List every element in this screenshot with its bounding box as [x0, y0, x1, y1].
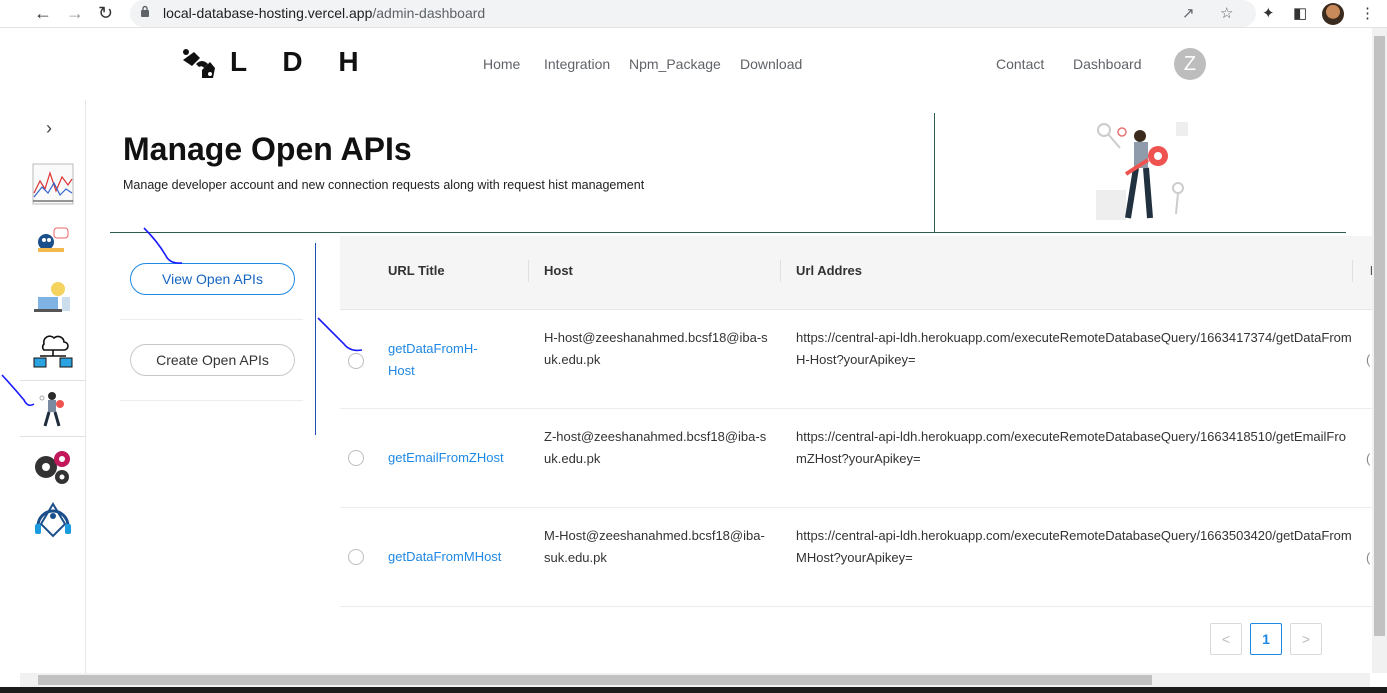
back-arrow-icon[interactable]: ← — [34, 3, 52, 24]
table-row[interactable]: getDataFromMHost M-Host@zeeshanahmed.bcs… — [340, 508, 1387, 607]
extensions-puzzle-icon[interactable]: ✦ — [1262, 4, 1275, 22]
forward-arrow-icon[interactable]: → — [66, 3, 84, 24]
nav-home[interactable]: Home — [483, 56, 520, 72]
cloud-network-icon[interactable] — [32, 330, 74, 372]
developer-laptop-icon[interactable] — [32, 275, 74, 317]
logo-text: L D H — [230, 46, 373, 77]
row-host: M-Host@zeeshanahmed.bcsf18@iba-suk.edu.p… — [544, 528, 765, 565]
horizontal-scroll-thumb[interactable] — [38, 675, 1152, 685]
hero-divider — [934, 113, 935, 233]
api-key-person-icon[interactable] — [32, 388, 74, 430]
vertical-scrollbar[interactable] — [1372, 28, 1387, 673]
url-text: local-database-hosting.vercel.app/admin-… — [163, 5, 485, 21]
logo-mark-icon — [183, 49, 215, 78]
chatbot-icon[interactable] — [32, 218, 74, 260]
row-radio[interactable] — [348, 353, 364, 369]
column-host[interactable]: Host — [544, 263, 573, 278]
row-url-address: https://central-api-ldh.herokuapp.com/ex… — [796, 429, 1346, 466]
share-icon[interactable]: ↗ — [1182, 4, 1195, 22]
nav-integration[interactable]: Integration — [544, 56, 610, 72]
row-radio[interactable] — [348, 450, 364, 466]
kebab-menu-icon[interactable]: ⋮ — [1360, 4, 1375, 22]
sidebar: › — [20, 100, 86, 675]
nav-download[interactable]: Download — [740, 56, 802, 72]
browser-profile-avatar[interactable] — [1322, 3, 1344, 25]
horizontal-scrollbar[interactable] — [20, 673, 1370, 687]
page-gutter — [0, 28, 20, 678]
page-subtitle: Manage developer account and new connect… — [123, 178, 645, 192]
panel-separator — [120, 319, 303, 320]
row-url-address: https://central-api-ldh.herokuapp.com/ex… — [796, 528, 1352, 565]
row-host: Z-host@zeeshanahmed.bcsf18@iba-suk.edu.p… — [544, 429, 767, 466]
row-truncated-cell: ( — [1366, 451, 1371, 466]
nav-contact[interactable]: Contact — [996, 56, 1044, 72]
column-separator — [1352, 260, 1353, 282]
pagination-prev-button[interactable]: < — [1210, 623, 1242, 655]
chevron-right-icon[interactable]: › — [46, 118, 52, 139]
bookmark-star-icon[interactable]: ☆ — [1220, 4, 1233, 22]
nav-npm-package[interactable]: Npm_Package — [629, 56, 721, 72]
nav-dashboard[interactable]: Dashboard — [1073, 56, 1142, 72]
url-path: /admin-dashboard — [372, 5, 486, 21]
create-open-apis-button[interactable]: Create Open APIs — [130, 344, 295, 376]
os-taskbar-strip — [0, 687, 1387, 693]
row-radio[interactable] — [348, 549, 364, 565]
chart-analytics-icon[interactable] — [32, 163, 74, 205]
key-person-illustration — [1096, 122, 1188, 220]
column-url-address[interactable]: Url Addres — [796, 263, 862, 278]
address-bar[interactable]: local-database-hosting.vercel.app/admin-… — [130, 0, 1256, 27]
page-title: Manage Open APIs — [123, 131, 412, 167]
row-truncated-cell: ( — [1366, 550, 1371, 565]
app-logo[interactable]: L D H — [180, 44, 373, 80]
browser-toolbar: ← → ↻ local-database-hosting.vercel.app/… — [0, 0, 1387, 28]
view-open-apis-button[interactable]: View Open APIs — [130, 263, 295, 295]
row-truncated-cell: ( — [1366, 352, 1371, 367]
row-url-title-link[interactable]: getEmailFromZHost — [388, 447, 528, 469]
gears-settings-icon[interactable] — [32, 445, 74, 487]
column-separator — [780, 260, 781, 282]
row-host: H-host@zeeshanahmed.bcsf18@iba-suk.edu.p… — [544, 330, 768, 367]
column-separator — [528, 260, 529, 282]
panel-separator — [120, 400, 303, 401]
table-header: URL Title Host Url Addres I — [340, 236, 1387, 310]
lock-icon — [141, 5, 149, 17]
side-panel-icon[interactable]: ◧ — [1293, 4, 1307, 22]
column-url-title[interactable]: URL Title — [388, 263, 445, 278]
url-host: local-database-hosting.vercel.app — [163, 5, 373, 21]
table-row[interactable]: getEmailFromZHost Z-host@zeeshanahmed.bc… — [340, 409, 1387, 508]
pagination-next-button[interactable]: > — [1290, 623, 1322, 655]
vertical-scroll-thumb[interactable] — [1374, 36, 1385, 636]
hero-bottom-line — [110, 232, 1346, 233]
user-avatar[interactable]: Z — [1174, 48, 1206, 80]
table-row[interactable]: getDataFromH-Host H-host@zeeshanahmed.bc… — [340, 310, 1387, 409]
row-url-address: https://central-api-ldh.herokuapp.com/ex… — [796, 330, 1352, 367]
row-url-title-link[interactable]: getDataFromH-Host — [388, 338, 498, 382]
panel-vertical-divider — [315, 243, 316, 435]
headset-support-icon[interactable] — [32, 500, 74, 542]
reload-icon[interactable]: ↻ — [98, 3, 113, 24]
row-url-title-link[interactable]: getDataFromMHost — [388, 546, 528, 568]
pagination-page-1[interactable]: 1 — [1250, 623, 1282, 655]
